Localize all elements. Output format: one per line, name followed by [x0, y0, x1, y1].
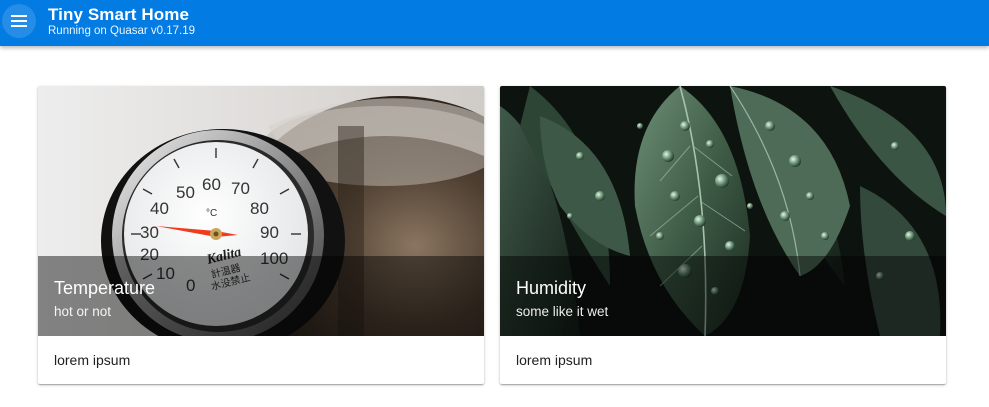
svg-text:90: 90	[260, 223, 279, 242]
app-toolbar: Tiny Smart Home Running on Quasar v0.17.…	[0, 0, 989, 46]
card-body-text: lorem ipsum	[54, 352, 131, 368]
card-body-text: lorem ipsum	[516, 352, 593, 368]
svg-text:60: 60	[202, 175, 221, 194]
app-title: Tiny Smart Home	[48, 5, 190, 24]
svg-text:40: 40	[150, 199, 169, 218]
svg-text:70: 70	[231, 179, 250, 198]
svg-text:30: 30	[140, 223, 159, 242]
menu-button[interactable]	[2, 4, 36, 38]
card-title: Temperature	[54, 278, 156, 298]
temperature-card[interactable]: 50 60 70 80 90 100 40 30 20 10 0 °C Kali…	[38, 86, 484, 384]
card-subtitle: some like it wet	[516, 304, 609, 319]
card-subtitle: hot or not	[54, 304, 112, 319]
humidity-card-media: Humidity some like it wet	[500, 86, 946, 336]
menu-icon	[11, 15, 27, 27]
humidity-card-overlay: Humidity some like it wet	[500, 256, 946, 336]
svg-text:50: 50	[176, 183, 195, 202]
svg-text:80: 80	[250, 199, 269, 218]
temperature-card-media: 50 60 70 80 90 100 40 30 20 10 0 °C Kali…	[38, 86, 484, 336]
card-title: Humidity	[516, 278, 587, 298]
svg-text:°C: °C	[206, 208, 217, 219]
app-subtitle: Running on Quasar v0.17.19	[48, 25, 196, 37]
humidity-card[interactable]: Humidity some like it wet lorem ipsum	[500, 86, 946, 384]
temperature-card-overlay: Temperature hot or not	[38, 256, 484, 336]
